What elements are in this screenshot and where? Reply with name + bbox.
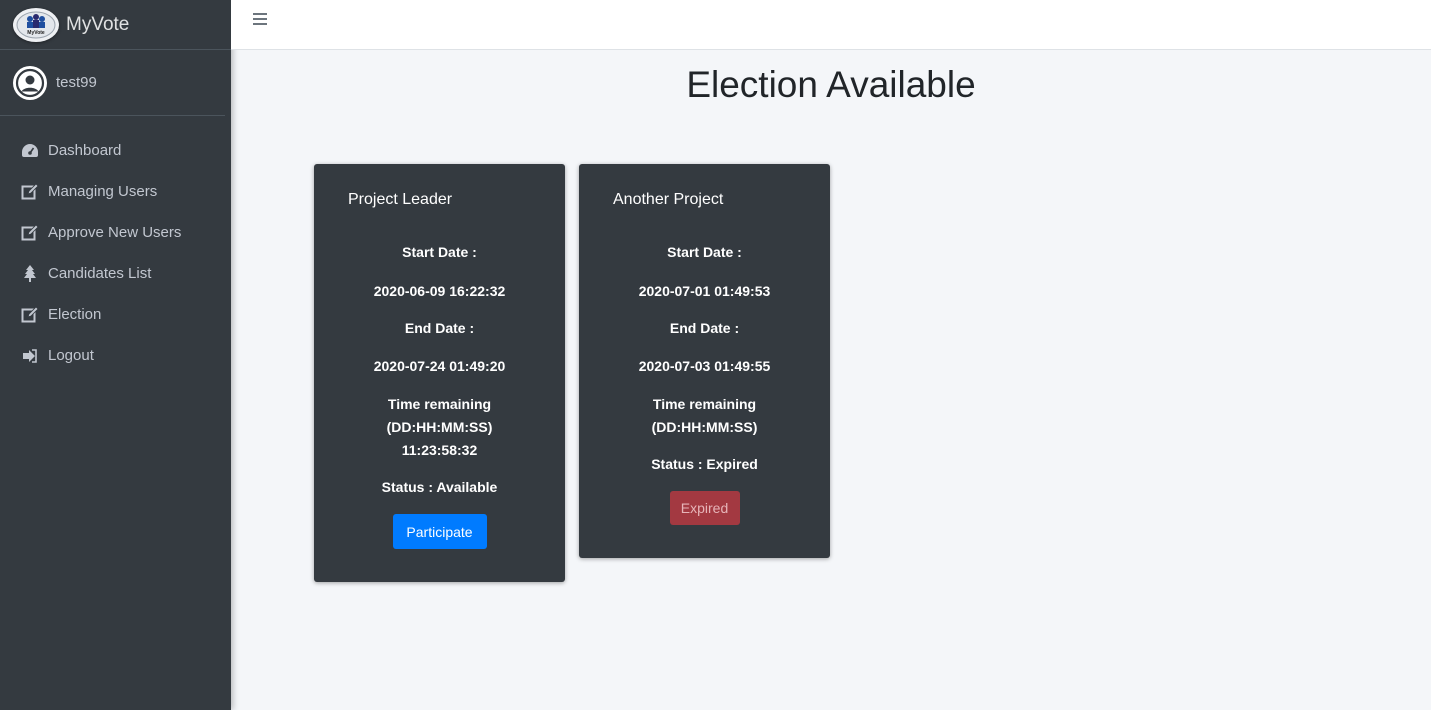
end-date-label: End Date : <box>669 320 740 336</box>
sidebar-item-label: Candidates List <box>48 265 152 282</box>
sidebar-item-dashboard[interactable]: Dashboard <box>0 130 231 171</box>
user-panel[interactable]: test99 <box>0 50 225 116</box>
status-text: Status : Available <box>381 479 498 495</box>
menu-toggle-icon[interactable] <box>253 12 267 26</box>
user-name: test99 <box>56 74 97 91</box>
brand-name: MyVote <box>66 13 130 35</box>
svg-text:MyVote: MyVote <box>27 30 45 36</box>
sidebar-item-candidates-list[interactable]: Candidates List <box>0 253 231 294</box>
time-remaining-format: (DD:HH:MM:SS) <box>651 419 758 435</box>
brand-logo: MyVote <box>13 7 59 42</box>
user-circle-icon <box>15 68 45 97</box>
election-card: Another Project Start Date : 2020-07-01 … <box>579 164 830 558</box>
expired-button: Expired <box>669 491 740 525</box>
time-remaining-label: Time remaining <box>652 396 757 412</box>
sidebar-nav: Dashboard Managing Users Approve New Use… <box>0 116 231 376</box>
sidebar-item-label: Managing Users <box>48 183 158 200</box>
status-text: Status : Expired <box>651 456 758 472</box>
end-date-label: End Date : <box>404 320 475 336</box>
time-remaining-label: Time remaining <box>387 396 492 412</box>
edit-icon <box>20 305 40 325</box>
tree-icon <box>20 264 40 284</box>
time-remaining-format: (DD:HH:MM:SS) <box>386 419 493 435</box>
sidebar-item-label: Approve New Users <box>48 224 182 241</box>
election-title: Another Project <box>613 191 724 208</box>
sidebar-item-label: Logout <box>48 347 94 364</box>
sidebar-item-logout[interactable]: Logout <box>0 335 231 376</box>
election-title: Project Leader <box>348 191 453 208</box>
start-date-value: 2020-06-09 16:22:32 <box>373 283 506 299</box>
sidebar-item-label: Election <box>48 306 102 323</box>
election-card: Project Leader Start Date : 2020-06-09 1… <box>314 164 565 582</box>
logout-icon <box>20 346 40 366</box>
brand-link[interactable]: MyVote MyVote <box>0 0 231 50</box>
edit-icon <box>20 182 40 202</box>
end-date-value: 2020-07-24 01:49:20 <box>373 358 506 374</box>
edit-icon <box>20 223 40 243</box>
top-navbar <box>231 0 1431 50</box>
time-remaining-value: 11:23:58:32 <box>401 442 478 458</box>
sidebar-item-election[interactable]: Election <box>0 294 231 335</box>
page-title: Election Available <box>686 64 976 105</box>
end-date-value: 2020-07-03 01:49:55 <box>638 358 771 374</box>
start-date-label: Start Date : <box>402 244 477 260</box>
sidebar-item-managing-users[interactable]: Managing Users <box>0 171 231 212</box>
start-date-value: 2020-07-01 01:49:53 <box>638 283 771 299</box>
sidebar-item-approve-new-users[interactable]: Approve New Users <box>0 212 231 253</box>
sidebar-item-label: Dashboard <box>48 142 122 159</box>
sidebar: MyVote MyVote test99 Dashboard Managing … <box>0 0 231 710</box>
start-date-label: Start Date : <box>667 244 742 260</box>
participate-button[interactable]: Participate <box>392 514 487 549</box>
user-avatar <box>13 65 47 100</box>
logo-icon: MyVote <box>16 11 56 38</box>
dashboard-icon <box>20 141 40 161</box>
